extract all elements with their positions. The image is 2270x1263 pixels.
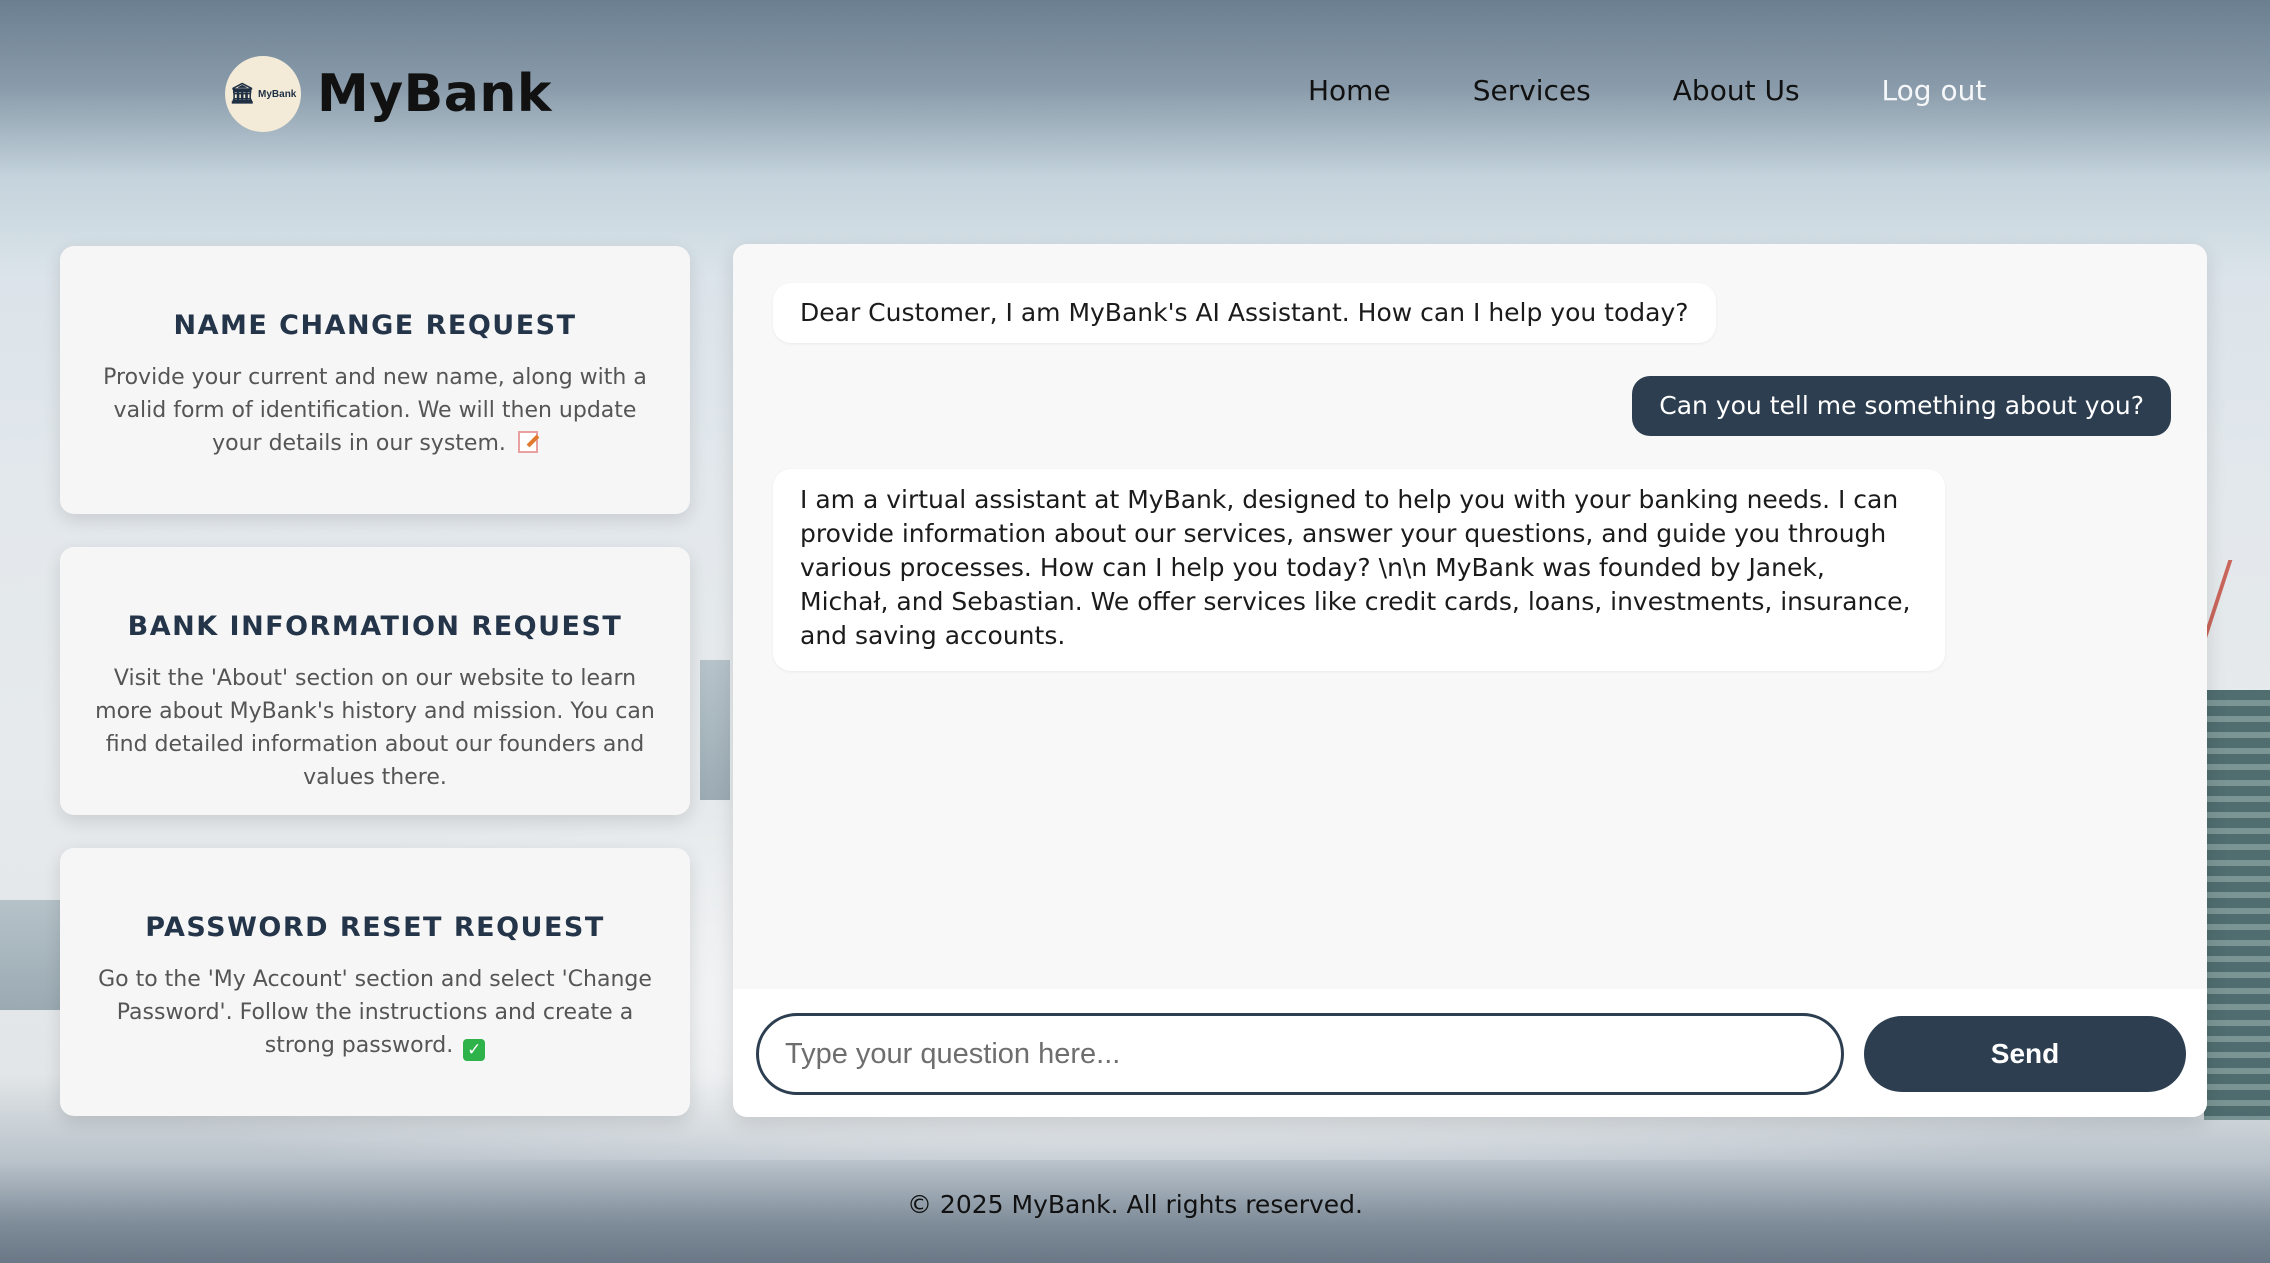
brand-name: MyBank: [317, 64, 552, 124]
card-body-text: Provide your current and new name, along…: [103, 365, 647, 456]
send-button[interactable]: Send: [1864, 1016, 2186, 1092]
logo-link[interactable]: 🏛 MyBank MyBank: [225, 56, 552, 132]
chat-panel: Dear Customer, I am MyBank's AI Assistan…: [733, 244, 2207, 1117]
top-header: 🏛 MyBank MyBank Home Services About Us L…: [0, 0, 2270, 190]
chat-messages[interactable]: Dear Customer, I am MyBank's AI Assistan…: [733, 244, 2207, 989]
background-building: [700, 660, 730, 800]
nav-about-us[interactable]: About Us: [1673, 74, 1800, 107]
logo-text: MyBank: [258, 88, 297, 100]
nav-log-out[interactable]: Log out: [1882, 74, 1987, 107]
card-body: Provide your current and new name, along…: [92, 361, 658, 460]
card-title: BANK INFORMATION REQUEST: [127, 611, 623, 642]
bank-logo: 🏛 MyBank: [225, 56, 301, 132]
password-reset-card[interactable]: PASSWORD RESET REQUEST Go to the 'My Acc…: [60, 848, 690, 1116]
name-change-card[interactable]: NAME CHANGE REQUEST Provide your current…: [60, 246, 690, 514]
card-body-text: Go to the 'My Account' section and selec…: [98, 967, 652, 1058]
bot-message: I am a virtual assistant at MyBank, desi…: [773, 469, 1945, 671]
chat-composer: Send: [733, 989, 2207, 1117]
card-body: Go to the 'My Account' section and selec…: [92, 963, 658, 1062]
bot-message: Dear Customer, I am MyBank's AI Assistan…: [773, 283, 1716, 343]
background-tower: [2204, 690, 2270, 1120]
question-input[interactable]: [756, 1013, 1844, 1095]
background-building: [0, 900, 60, 1010]
memo-icon: [517, 431, 538, 453]
nav-services[interactable]: Services: [1473, 74, 1591, 107]
card-title: PASSWORD RESET REQUEST: [145, 912, 605, 943]
card-title: NAME CHANGE REQUEST: [173, 310, 577, 341]
bank-information-card[interactable]: BANK INFORMATION REQUEST Visit the 'Abou…: [60, 547, 690, 815]
footer-copyright: © 2025 MyBank. All rights reserved.: [906, 1190, 1363, 1219]
main-nav: Home Services About Us Log out: [1308, 74, 1986, 107]
check-icon: ✓: [463, 1039, 486, 1061]
card-body: Visit the 'About' section on our website…: [95, 666, 655, 790]
nav-home[interactable]: Home: [1308, 74, 1391, 107]
user-message: Can you tell me something about you?: [1632, 376, 2171, 436]
bank-icon: 🏛: [229, 83, 256, 105]
